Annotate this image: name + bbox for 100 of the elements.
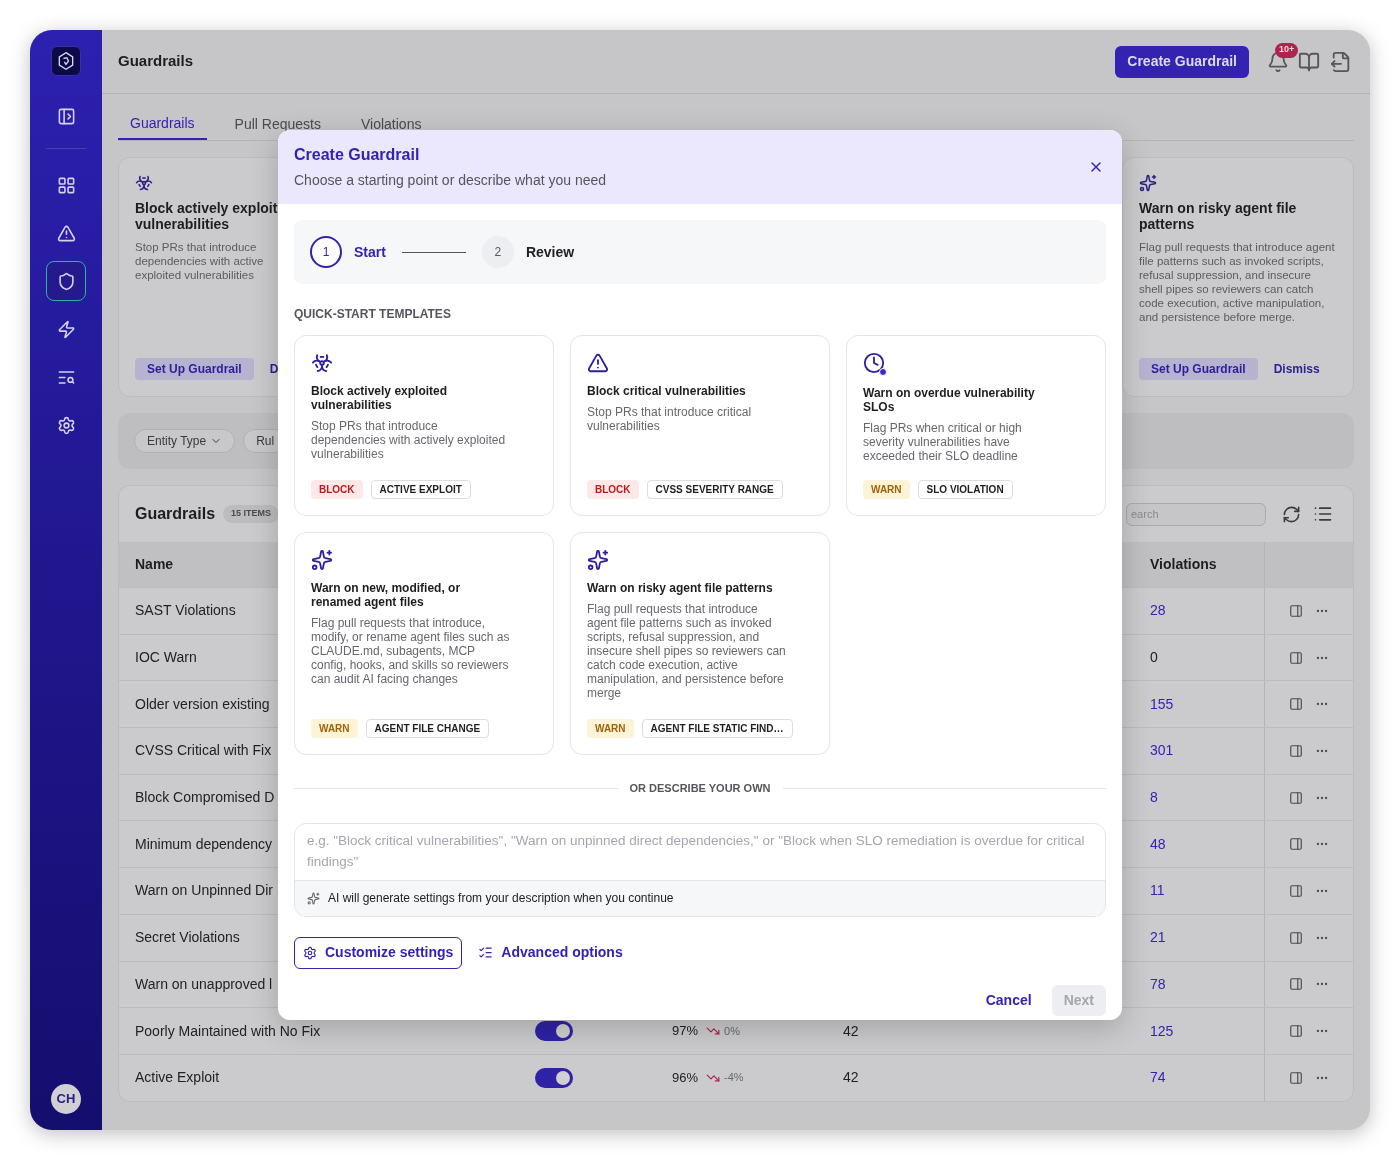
logo-icon	[51, 46, 81, 76]
table-cell-text: Warn on unapproved l	[134, 974, 273, 994]
cancel-button[interactable]: Cancel	[981, 989, 1036, 1011]
tab[interactable]: Pull Requests	[222, 108, 333, 140]
table-cell-text: 0	[1150, 648, 1158, 668]
page-title: Guardrails	[118, 51, 194, 72]
table-cell-text: Block Compromised D	[134, 788, 275, 808]
step-number: 1	[310, 236, 342, 268]
sparkles-icon	[587, 549, 609, 571]
violations-link[interactable]: 78	[1150, 973, 1166, 995]
template-description: Flag PRs when critical or high severity vulnerabilities have exceeded their SLO deadline	[863, 421, 1023, 463]
step-label: Start	[354, 242, 386, 262]
template-card[interactable]: Block critical vulnerabilities Stop PRs that introduce critical vulnerabilities BLOCK CVSS SEVERITY RANGE	[570, 335, 830, 516]
card-title: Warn on risky agent file patterns	[1139, 200, 1298, 232]
side-panel-icon[interactable]	[1289, 743, 1303, 758]
toggle-switch[interactable]	[535, 1067, 573, 1088]
clock-icon	[863, 352, 887, 376]
side-panel-icon[interactable]	[1289, 837, 1303, 852]
action-tag: WARN	[587, 719, 634, 738]
table-cell-text: Poorly Maintained with No Fix	[134, 1021, 321, 1041]
table-title: Guardrails	[135, 504, 216, 524]
side-panel-icon[interactable]	[1289, 603, 1303, 618]
table-cell-text: Older version existing	[134, 694, 270, 714]
violations-link[interactable]: 8	[1150, 787, 1158, 809]
template-description: Stop PRs that introduce dependencies with actively exploited vulnerabilities	[311, 419, 507, 461]
table-cell-text: IOC Warn	[134, 648, 197, 668]
side-panel-icon[interactable]	[1289, 977, 1303, 992]
user-avatar[interactable]: CH	[51, 1084, 81, 1114]
columns-icon[interactable]	[1313, 504, 1333, 524]
description-field[interactable]: e.g. "Block critical vulnerabilities", "Warn on unpinned direct dependencies," or "Block when SLO remediation is overdue for critical findings"	[295, 823, 1105, 880]
side-panel-icon[interactable]	[1289, 930, 1303, 945]
tab[interactable]: Violations	[349, 108, 434, 140]
template-title: Warn on overdue vulnerability SLOs	[863, 386, 1036, 414]
template-description: Flag pull requests that introduce agent file patterns such as invoked scripts, refusal suppression, and insecure shell pipes so reviewers can catch code execution, active manipulation, and persistence before merge	[587, 602, 787, 700]
violations-link[interactable]: 11	[1150, 880, 1165, 902]
advanced-options-button[interactable]: Advanced options	[478, 936, 623, 969]
bell-icon[interactable]	[1267, 50, 1289, 73]
violations-link[interactable]: 301	[1150, 740, 1174, 762]
violations-link[interactable]: 125	[1150, 1020, 1174, 1042]
trend-value: -4%	[724, 1070, 744, 1086]
table-cell-text: 42	[843, 1068, 859, 1088]
category-tag: AGENT FILE CHANGE	[365, 719, 490, 738]
table-cell-text: Warn on Unpinned Dir	[134, 881, 273, 901]
template-card[interactable]	[570, 532, 830, 755]
step-number: 2	[481, 236, 514, 268]
card-description: Flag pull requests that introduce agent file patterns such as invoked scripts, refusal suppression, and insecure shell pipes so reviewers can catch code execution, active manipulation, and persistence before merge.	[1139, 240, 1336, 324]
dialog-subtitle: Choose a starting point or describe what you need	[294, 171, 607, 190]
set-up-guardrail-button[interactable]: Set Up Guardrail	[1139, 358, 1258, 380]
side-panel-icon[interactable]	[1289, 650, 1303, 665]
side-panel-icon[interactable]	[1289, 1024, 1303, 1039]
sparkles-icon	[311, 549, 333, 571]
dialog-title: Create Guardrail	[294, 145, 421, 165]
violations-link[interactable]: 21	[1150, 927, 1166, 949]
shield-icon[interactable]	[46, 261, 86, 301]
template-card[interactable]: Warn on overdue vulnerability SLOs Flag PRs when critical or high severity vulnerabilities have exceeded their SLO deadline WARN SLO VIOLATION	[846, 335, 1106, 516]
tab[interactable]: Guardrails	[118, 108, 207, 140]
book-icon[interactable]	[1298, 50, 1320, 73]
table-cell-text: Secret Violations	[134, 928, 240, 948]
template-description: Stop PRs that introduce critical vulnerabilities	[587, 405, 753, 433]
set-up-guardrail-button[interactable]: Set Up Guardrail	[135, 358, 254, 380]
step-label: Review	[525, 242, 575, 262]
trend-value: 0%	[724, 1023, 740, 1039]
settings-icon	[303, 945, 317, 960]
violations-link[interactable]: 74	[1150, 1067, 1166, 1089]
template-title: Block actively exploited vulnerabilities	[311, 384, 449, 412]
template-card[interactable]: Block actively exploited vulnerabilities Stop PRs that introduce dependencies with actively exploited vulnerabilities BLOCK ACTIVE EXPLOIT	[294, 335, 554, 516]
create-guardrail-button[interactable]: Create Guardrail	[1115, 45, 1249, 78]
column-header: Name	[134, 555, 174, 574]
action-tag: WARN	[863, 480, 910, 499]
action-tag: BLOCK	[311, 480, 363, 499]
category-tag: SLO VIOLATION	[917, 480, 1013, 499]
table-cell-text: 42	[843, 1021, 859, 1041]
side-panel-icon[interactable]	[1289, 790, 1303, 805]
table-cell-text: Active Exploit	[134, 1068, 220, 1088]
toggle-switch[interactable]	[535, 1021, 573, 1042]
biohazard-icon	[311, 352, 333, 374]
refresh-icon[interactable]	[1282, 504, 1301, 524]
divider-label: OR DESCRIBE YOUR OWN	[629, 781, 771, 796]
template-card[interactable]	[294, 532, 554, 755]
export-icon[interactable]	[1330, 50, 1352, 73]
violations-link[interactable]: 48	[1150, 833, 1166, 855]
item-count-badge: 15 ITEMS	[223, 505, 280, 523]
dismiss-button[interactable]: Dismiss	[1273, 360, 1320, 378]
template-title: Block critical vulnerabilities	[587, 384, 747, 398]
filter-button[interactable]: Entity Type	[134, 429, 236, 453]
section-label: QUICK-START TEMPLATES	[294, 306, 452, 323]
side-panel-icon[interactable]	[1289, 697, 1303, 712]
customize-settings-button[interactable]: Customize settings	[294, 936, 463, 969]
side-panel-icon[interactable]	[1289, 883, 1303, 898]
category-tag: CVSS SEVERITY RANGE	[646, 480, 783, 499]
card-title: Block actively exploit vulnerabilities	[135, 200, 278, 232]
card-description: Stop PRs that introduce dependencies with active exploited vulnerabilities	[135, 240, 264, 282]
violations-link[interactable]: 28	[1150, 600, 1166, 622]
ai-hint: AI will generate settings from your description when you continue	[328, 890, 674, 907]
dismiss-button[interactable]: D	[269, 360, 279, 378]
violations-link[interactable]: 155	[1150, 693, 1174, 715]
search-field[interactable]: earch	[1126, 502, 1266, 526]
template-title: Warn on new, modified, or renamed agent files	[311, 581, 462, 609]
side-panel-icon[interactable]	[1289, 1070, 1303, 1085]
warning-icon	[587, 352, 609, 374]
